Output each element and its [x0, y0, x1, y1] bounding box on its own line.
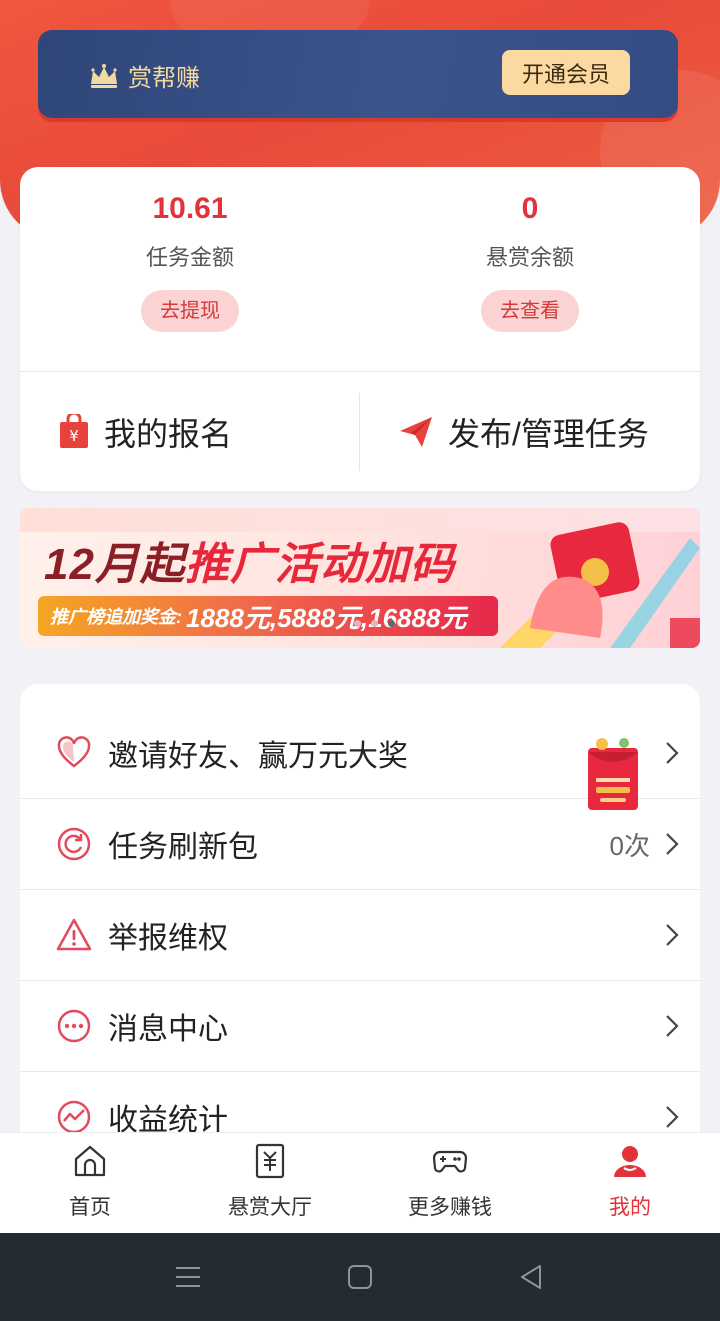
shopping-bag-icon: ¥ — [60, 413, 88, 448]
gamepad-icon — [432, 1150, 468, 1173]
menu-item-label: 邀请好友、赢万元大奖 — [108, 740, 408, 773]
banner-title-prefix: 12月起 — [44, 540, 185, 589]
reward-balance-label: 悬赏余额 — [485, 245, 574, 270]
chart-icon — [57, 1100, 91, 1134]
menu-item-invite-friends[interactable]: 邀请好友、赢万元大奖 — [20, 708, 700, 810]
chevron-right-icon — [666, 924, 679, 946]
tab-label: 悬赏大厅 — [228, 1196, 312, 1219]
withdraw-button[interactable]: 去提现 — [141, 290, 239, 332]
carousel-indicator — [354, 620, 395, 627]
menu-item-refresh-pack[interactable]: 任务刷新包 0次 — [20, 799, 700, 890]
menu-item-message-center[interactable]: 消息中心 — [20, 981, 700, 1072]
menu-item-label: 举报维权 — [108, 922, 228, 955]
message-icon — [57, 1009, 91, 1043]
task-amount-value: 10.61 — [152, 192, 228, 225]
divider — [359, 393, 360, 471]
banner-sub-amounts: 1888元,5888元,16888元 — [186, 602, 467, 633]
heart-icon — [57, 736, 91, 768]
crown-icon — [91, 63, 117, 88]
promo-banner[interactable]: 12月起推广活动加码 推广榜追加奖金: 1888元,5888元,16888元 — [20, 508, 700, 648]
send-icon — [400, 416, 432, 447]
settings-menu: 邀请好友、赢万元大奖 任务刷新包 0次 举报维权 消息中心 收益统计 — [20, 684, 700, 1154]
reward-balance-section: 0 悬赏余额 去查看 — [360, 167, 700, 332]
refresh-icon — [57, 827, 91, 861]
reward-balance-value: 0 — [521, 192, 539, 225]
menu-item-label: 消息中心 — [108, 1013, 228, 1046]
my-signups-button[interactable]: ¥ 我的报名 — [58, 372, 232, 491]
publish-task-button[interactable]: 发布/管理任务 — [398, 372, 649, 491]
tab-bounty-hall[interactable]: 悬赏大厅 — [180, 1133, 360, 1233]
task-amount-section: 10.61 任务金额 去提现 — [20, 167, 360, 332]
red-envelope-hand-illustration — [500, 522, 700, 648]
chevron-right-icon — [666, 1106, 679, 1128]
chevron-right-icon — [666, 742, 679, 764]
open-vip-button[interactable]: 开通会员 — [502, 50, 630, 95]
banner-subtitle: 推广榜追加奖金: 1888元,5888元,16888元 — [38, 596, 498, 636]
bounty-icon — [255, 1143, 285, 1179]
menu-item-label: 任务刷新包 — [108, 831, 258, 864]
tab-more-earnings[interactable]: 更多赚钱 — [360, 1133, 540, 1233]
chevron-right-icon — [666, 833, 679, 855]
wallet-card: 10.61 任务金额 去提现 0 悬赏余额 去查看 ¥ 我的报名 发布/管理任务 — [20, 167, 700, 491]
back-icon[interactable] — [518, 1263, 546, 1291]
brand-logo: 赏帮赚 — [88, 58, 200, 93]
tab-mine[interactable]: 我的 — [540, 1133, 720, 1233]
system-navigation-bar — [0, 1233, 720, 1321]
task-amount-label: 任务金额 — [145, 245, 234, 270]
my-signups-label: 我的报名 — [104, 415, 233, 452]
refresh-pack-count: 0次 — [609, 830, 650, 861]
tab-label: 我的 — [609, 1196, 651, 1219]
tab-label: 更多赚钱 — [408, 1196, 492, 1219]
warning-icon — [56, 918, 92, 951]
view-balance-button[interactable]: 去查看 — [481, 290, 579, 332]
vip-membership-bar[interactable]: 赏帮赚 开通会员 — [38, 30, 678, 118]
brand-name: 赏帮赚 — [128, 65, 200, 92]
banner-title-highlight: 推广活动加码 — [184, 540, 455, 589]
carousel-dot[interactable] — [354, 620, 361, 627]
banner-title: 12月起推广活动加码 — [44, 528, 455, 592]
user-icon — [614, 1146, 646, 1177]
menu-icon[interactable] — [174, 1263, 202, 1291]
carousel-dot-active[interactable] — [388, 620, 395, 627]
chevron-right-icon — [666, 1015, 679, 1037]
carousel-dot[interactable] — [371, 620, 378, 627]
publish-task-label: 发布/管理任务 — [448, 415, 649, 452]
home-icon — [74, 1145, 106, 1177]
tab-label: 首页 — [69, 1196, 111, 1219]
banner-sub-prefix: 推广榜追加奖金: — [50, 607, 182, 627]
home-square-icon[interactable] — [346, 1263, 374, 1291]
svg-text:¥: ¥ — [69, 427, 79, 445]
menu-item-report[interactable]: 举报维权 — [20, 890, 700, 981]
tab-home[interactable]: 首页 — [0, 1133, 180, 1233]
bottom-tab-bar: 首页 悬赏大厅 更多赚钱 我的 — [0, 1133, 720, 1233]
